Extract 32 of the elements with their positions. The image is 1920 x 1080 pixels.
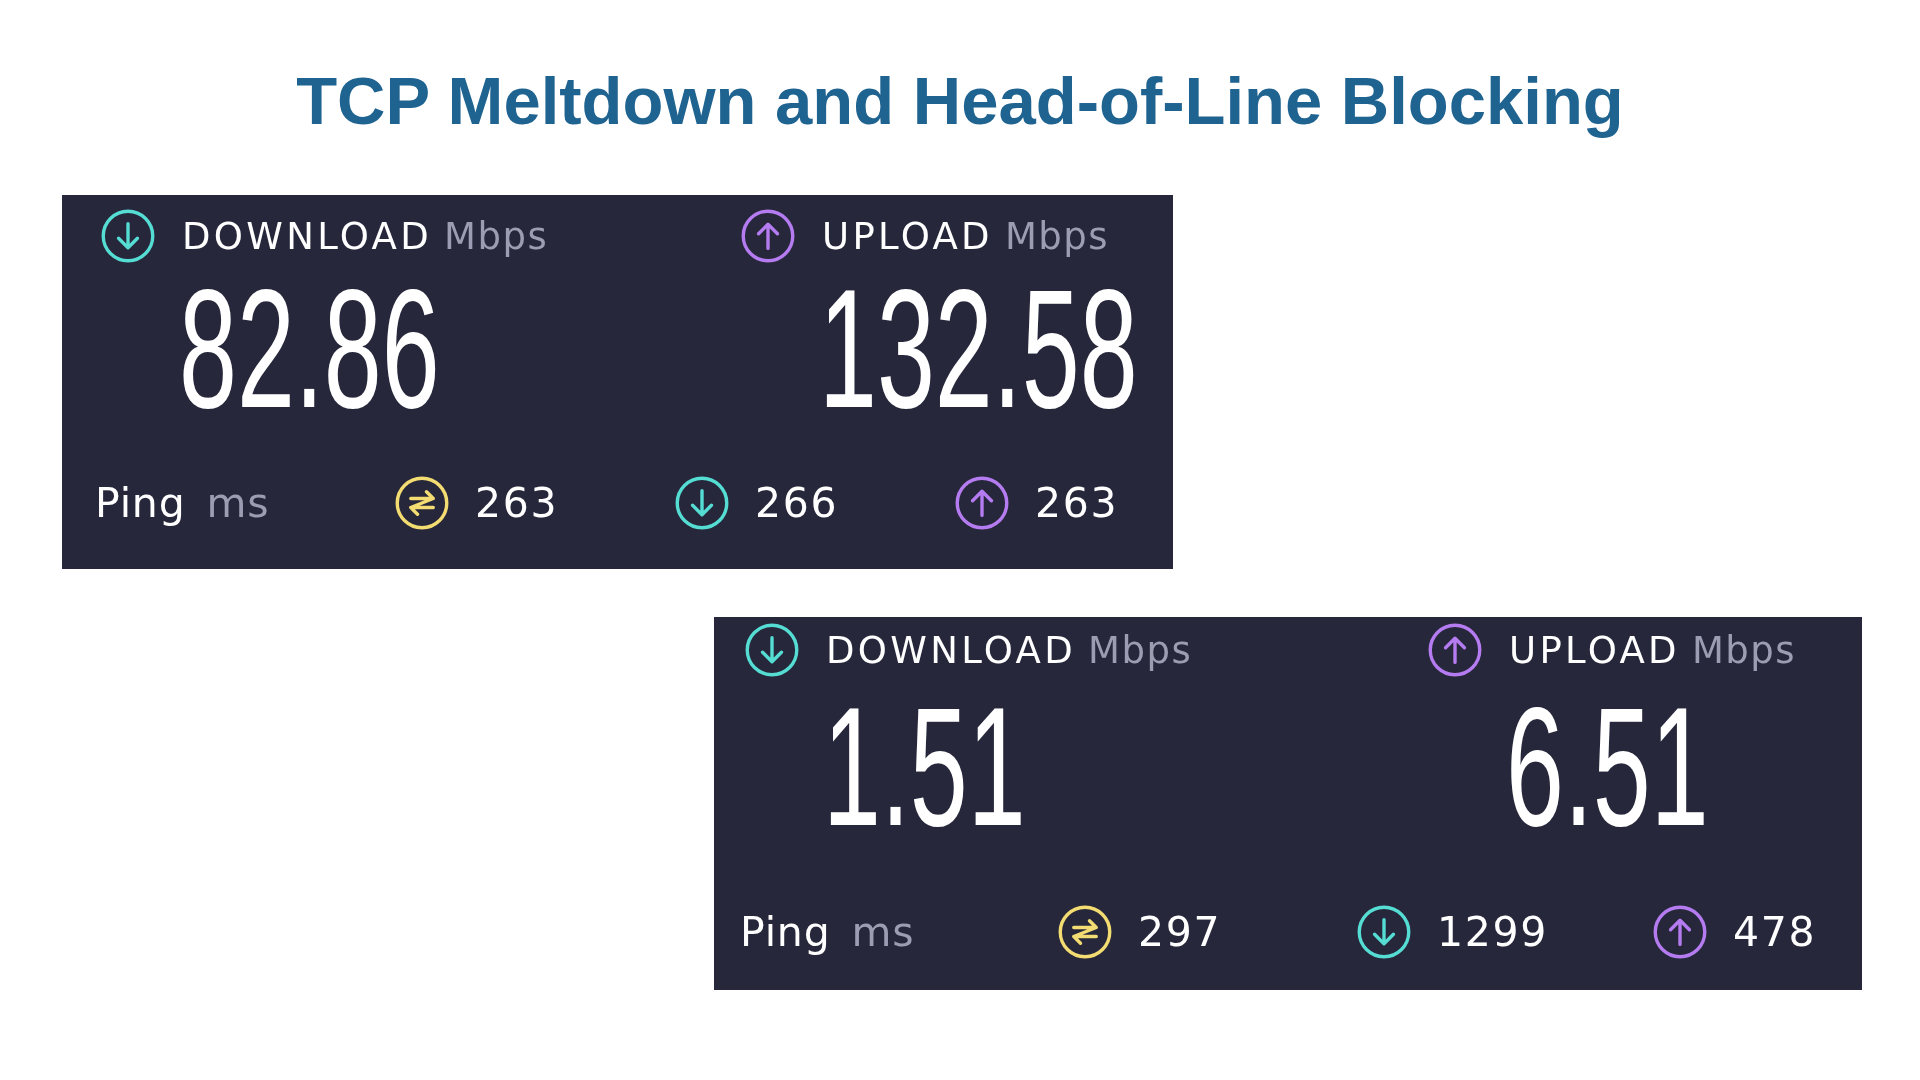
arrow-up-circle-icon: [1653, 905, 1707, 959]
speed-value: 132.58: [819, 265, 1138, 433]
unit-label: Mbps: [1088, 631, 1193, 669]
speed-value: 6.51: [1506, 683, 1709, 851]
swap-arrows-circle-icon: [1058, 905, 1112, 959]
unit-label: ms: [206, 482, 270, 524]
arrow-up-circle-icon: [741, 209, 795, 263]
ping-label: Ping: [95, 482, 186, 524]
unit-label: Mbps: [1004, 217, 1110, 255]
ping-value: 478: [1733, 911, 1817, 953]
unit-label: Mbps: [1691, 631, 1797, 669]
arrow-up-circle-icon: [955, 476, 1009, 530]
speed-value: 82.86: [179, 265, 440, 433]
ping-value: 263: [1035, 482, 1119, 524]
metric-label: DOWNLOAD: [826, 631, 1077, 669]
unit-label: ms: [851, 911, 915, 953]
ping-value: 297: [1138, 911, 1222, 953]
metric-label: UPLOAD: [822, 217, 993, 255]
unit-label: Mbps: [444, 217, 549, 255]
ping-label: Ping: [740, 911, 831, 953]
arrow-up-circle-icon: [1428, 623, 1482, 677]
ping-value: 263: [475, 482, 559, 524]
ping-value: 266: [755, 482, 839, 524]
arrow-down-circle-icon: [745, 623, 799, 677]
arrow-down-circle-icon: [675, 476, 729, 530]
arrow-down-circle-icon: [1357, 905, 1411, 959]
speed-value: 1.51: [823, 683, 1026, 851]
arrow-down-circle-icon: [101, 209, 155, 263]
swap-arrows-circle-icon: [395, 476, 449, 530]
ping-value: 1299: [1437, 911, 1548, 953]
metric-label: UPLOAD: [1509, 631, 1680, 669]
metric-label: DOWNLOAD: [182, 217, 433, 255]
